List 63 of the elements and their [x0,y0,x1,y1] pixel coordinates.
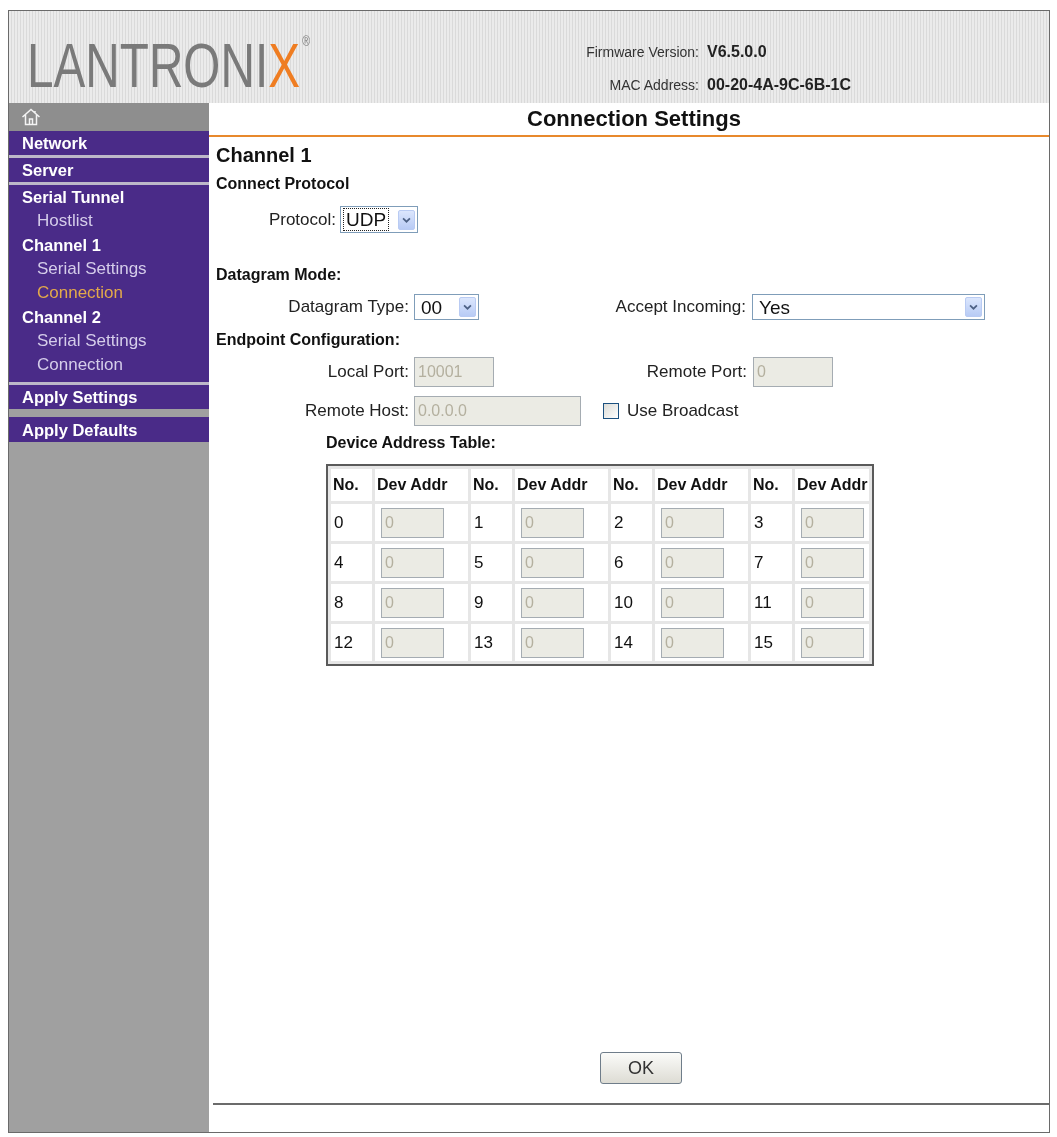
sidebar-link[interactable]: Network [22,133,88,153]
info-value: 00-20-4A-9C-6B-1C [707,75,852,95]
page-title: Connection Settings [527,106,741,132]
table-cell: 13 [471,624,512,661]
column-header: No. [751,469,792,501]
sidebar-link[interactable]: Connection [37,283,123,303]
table-cell: 6 [611,544,652,581]
table-cell: 1 [471,504,512,541]
table-cell: 3 [751,504,792,541]
info-label: Firmware Version: [586,43,699,62]
column-header: Dev Addr [795,469,869,501]
field-label: Protocol: [268,209,336,230]
accept-incoming-select[interactable]: Yes [752,294,985,320]
sidebar-link[interactable]: Apply Settings [22,387,138,407]
column-header: Dev Addr [515,469,608,501]
sidebar-link[interactable]: Apply Defaults [22,419,138,440]
checkbox-label[interactable]: Use Broadcast [627,401,739,421]
table-cell: 2 [611,504,652,541]
column-header: No. [331,469,372,501]
table-cell: 15 [751,624,792,661]
section-heading: Connect Protocol [216,174,350,194]
sidebar-link[interactable]: Channel 2 [22,307,101,327]
sidebar-link[interactable]: Serial Settings [37,259,147,279]
column-header: Dev Addr [655,469,748,501]
table-cell: 10 [611,584,652,621]
column-header: No. [611,469,652,501]
datagram-type-select[interactable]: 00 [414,294,479,320]
sidebar-link[interactable]: Serial Tunnel [22,187,125,207]
info-value: V6.5.0.0 [707,42,767,62]
field-label: Accept Incoming: [615,297,746,317]
home-icon[interactable] [21,108,41,126]
table-cell: 11 [751,584,792,621]
chevron-down-icon[interactable] [398,209,415,230]
table-cell: 12 [331,624,372,661]
table-cell: 14 [611,624,652,661]
sidebar-link[interactable]: Connection [37,355,123,375]
field-label: Datagram Type: [288,297,409,317]
column-header: No. [471,469,512,501]
chevron-down-icon[interactable] [459,297,476,317]
table-cell: 4 [331,544,372,581]
section-heading: Datagram Mode: [216,265,342,285]
sidebar-link[interactable]: Serial Settings [37,331,147,351]
checkbox[interactable] [603,403,619,419]
table-cell: 0 [331,504,372,541]
chevron-down-icon[interactable] [965,297,982,317]
table-cell: 9 [471,584,512,621]
table-cell: 7 [751,544,792,581]
table-title: Device Address Table: [326,433,496,453]
sidebar-link[interactable]: Server [22,160,74,180]
info-label: MAC Address: [609,76,699,95]
logo-wordmark: LANTRONIX® [27,34,311,97]
field-label: Remote Port: [646,362,747,382]
table-cell: 5 [471,544,512,581]
ok-button[interactable]: OK [600,1052,682,1084]
sidebar-link[interactable]: Channel 1 [22,235,101,255]
field-label: Local Port: [327,362,409,382]
protocol-select[interactable]: UDP [340,206,418,233]
field-label: Remote Host: [305,401,409,421]
column-header: Dev Addr [375,469,468,501]
table-cell: 8 [331,584,372,621]
channel-heading: Channel 1 [216,144,312,166]
sidebar-link[interactable]: Hostlist [37,211,93,231]
section-heading: Endpoint Configuration: [216,330,400,350]
